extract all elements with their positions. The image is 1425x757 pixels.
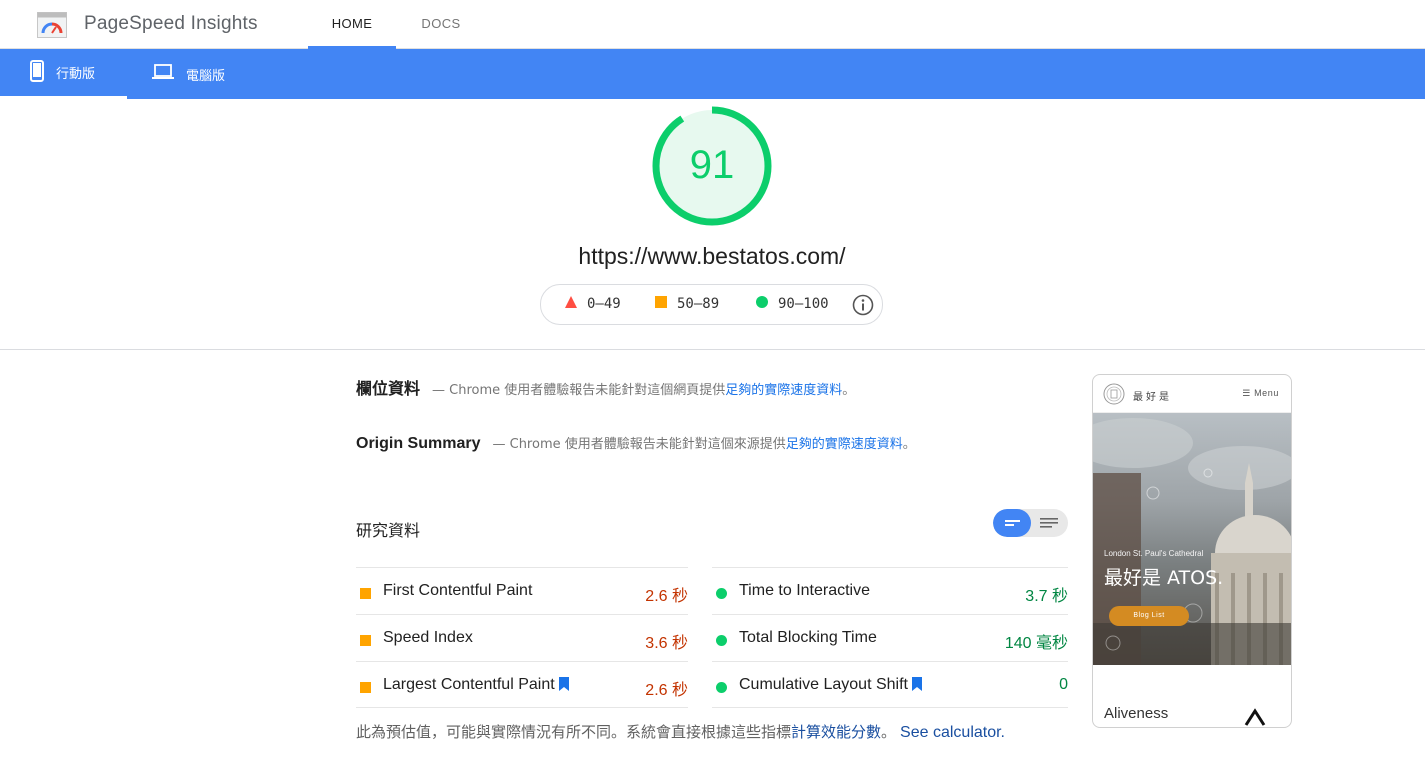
bookmark-icon — [558, 677, 569, 696]
footnote-end: 。 — [881, 723, 897, 741]
field-data-end: 。 — [842, 383, 856, 398]
metric-label: Time to Interactive — [739, 582, 871, 599]
metric-label: Cumulative Layout Shift — [739, 676, 908, 693]
metric-label: Largest Contentful Paint — [383, 676, 555, 693]
origin-summary-section: Origin Summary — Chrome 使用者體驗報告未能針對這個來源提… — [356, 433, 916, 453]
thumbnail-menu-label: Menu — [1254, 388, 1279, 398]
origin-summary-link[interactable]: 足夠的實際速度資料 — [786, 433, 903, 452]
tab-desktop-label: 電腦版 — [186, 68, 226, 84]
legend-average-range: 50–89 — [677, 296, 720, 312]
metric-label: Total Blocking Time — [739, 629, 877, 646]
expanded-list-icon — [1040, 518, 1058, 528]
page-screenshot-thumbnail: 最好是 ☰ Menu London St. Paul's Cathedral 最… — [1092, 374, 1292, 728]
legend-pass-range: 90–100 — [778, 296, 829, 312]
green-circle-icon — [716, 586, 727, 604]
thumbnail-headline: 最好是 ATOS. — [1104, 567, 1224, 589]
thumbnail-footer-text: Aliveness — [1104, 705, 1169, 722]
device-tab-bar: 行動版 電腦版 — [0, 49, 1425, 99]
metric-row: Cumulative Layout Shift 0 — [712, 661, 1068, 708]
thumbnail-blog-button: Blog List — [1109, 606, 1189, 626]
info-icon[interactable] — [852, 294, 874, 316]
analyzed-url: https://www.bestatos.com/ — [578, 243, 846, 269]
chevron-up-icon — [1244, 708, 1266, 726]
section-divider — [0, 349, 1425, 350]
metric-row: Largest Contentful Paint 2.6 秒 — [356, 661, 688, 708]
pagespeed-logo-icon[interactable] — [37, 12, 67, 38]
metric-row: Total Blocking Time 140 毫秒 — [712, 614, 1068, 661]
legend-fail: 0–49 — [565, 296, 621, 312]
orange-square-icon — [655, 296, 667, 312]
see-calculator-link[interactable]: See calculator. — [900, 724, 1005, 741]
metric-value: 2.6 秒 — [645, 682, 688, 699]
legend-fail-range: 0–49 — [587, 296, 621, 312]
legend-pass: 90–100 — [756, 296, 829, 312]
field-data-desc: — Chrome 使用者體驗報告未能針對這個網頁提供 — [432, 383, 726, 398]
orange-square-icon — [360, 680, 371, 698]
expanded-view-button[interactable] — [1031, 509, 1068, 537]
orange-square-icon — [360, 586, 371, 604]
thumbnail-hero-image: London St. Paul's Cathedral 最好是 ATOS. Bl… — [1093, 413, 1291, 665]
metric-value: 0 — [1059, 676, 1068, 693]
score-calc-link[interactable]: 計算效能分數 — [791, 723, 881, 741]
thumbnail-brand: 最好是 — [1133, 392, 1172, 403]
metric-value: 3.7 秒 — [1025, 588, 1068, 605]
laptop-icon — [152, 64, 174, 84]
green-circle-icon — [716, 680, 727, 698]
performance-score: 91 — [689, 143, 735, 187]
thumbnail-caption: London St. Paul's Cathedral — [1104, 549, 1204, 558]
app-title[interactable]: PageSpeed Insights — [84, 13, 258, 35]
metric-value: 3.6 秒 — [645, 635, 688, 652]
field-data-link[interactable]: 足夠的實際速度資料 — [725, 379, 842, 398]
metric-row: Time to Interactive 3.7 秒 — [712, 567, 1068, 614]
metric-label-wrap: Largest Contentful Paint — [383, 676, 569, 696]
tab-docs[interactable]: DOCS — [400, 0, 482, 49]
compact-view-button[interactable] — [993, 509, 1031, 537]
field-data-title: 欄位資料 — [356, 379, 421, 398]
red-triangle-icon — [565, 296, 577, 312]
field-data-section: 欄位資料 — Chrome 使用者體驗報告未能針對這個網頁提供 足夠的實際速度資… — [356, 375, 855, 399]
metric-value: 2.6 秒 — [645, 588, 688, 605]
bookmark-icon — [911, 677, 922, 696]
tab-desktop[interactable]: 電腦版 — [152, 49, 262, 99]
metric-row: First Contentful Paint 2.6 秒 — [356, 567, 688, 614]
compact-list-icon — [1005, 520, 1020, 526]
thumbnail-menu: ☰ Menu — [1242, 388, 1279, 399]
origin-summary-end: 。 — [902, 437, 916, 452]
lab-data-footnote: 此為預估值，可能與實際情況有所不同。系統會直接根據這些指標計算效能分數。 See … — [356, 721, 1005, 742]
origin-summary-title: Origin Summary — [356, 435, 481, 452]
score-legend: 0–49 50–89 90–100 — [540, 284, 883, 325]
metric-label: First Contentful Paint — [383, 582, 533, 599]
tab-mobile[interactable]: 行動版 — [0, 49, 127, 99]
mobile-phone-icon — [30, 59, 44, 86]
origin-summary-desc: — Chrome 使用者體驗報告未能針對這個來源提供 — [492, 437, 786, 452]
tab-home[interactable]: HOME — [308, 0, 396, 49]
green-circle-icon — [756, 296, 768, 312]
site-logo-icon — [1103, 383, 1125, 405]
green-circle-icon — [716, 633, 727, 651]
orange-square-icon — [360, 633, 371, 651]
footnote-text: 此為預估值，可能與實際情況有所不同。系統會直接根據這些指標 — [356, 723, 792, 741]
metric-value: 140 毫秒 — [1004, 635, 1068, 652]
metrics-view-toggle[interactable] — [993, 509, 1068, 537]
metric-label-wrap: Cumulative Layout Shift — [739, 676, 922, 696]
top-header: PageSpeed Insights HOME DOCS — [0, 0, 1425, 49]
cathedral-photo-icon — [1093, 418, 1291, 665]
thumbnail-header: 最好是 ☰ Menu — [1093, 375, 1291, 413]
lab-data-title: 研究資料 — [356, 521, 421, 540]
metric-label: Speed Index — [383, 629, 473, 646]
metric-row: Speed Index 3.6 秒 — [356, 614, 688, 661]
hamburger-icon: ☰ — [1242, 388, 1255, 398]
tab-mobile-label: 行動版 — [56, 67, 96, 82]
legend-average: 50–89 — [655, 296, 719, 312]
